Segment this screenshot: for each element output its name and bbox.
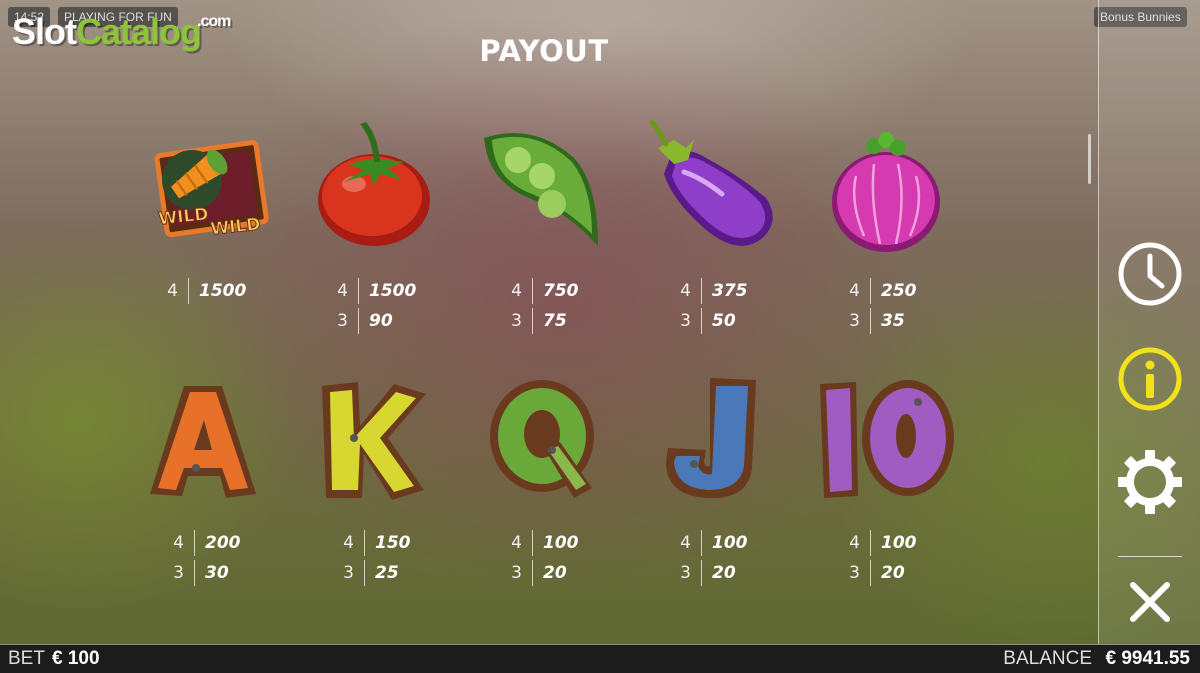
paytable-wild: 4 1500 [150,276,280,306]
pay-row: 3 20 [663,558,793,588]
pay-amount: 90 [369,311,393,331]
match-count: 4 [663,278,702,304]
wild-label-right: WILD [210,214,262,239]
match-count: 4 [494,530,533,556]
paytable-q: 4 100 3 20 [494,528,624,588]
match-count: 4 [326,530,365,556]
pay-amount: 20 [881,563,905,583]
gear-icon [1118,450,1182,514]
pay-amount: 25 [375,563,399,583]
bet-label: BET [8,648,45,669]
side-panel [1098,0,1200,644]
pay-row: 4 100 [494,528,624,558]
pay-row: 4 375 [663,276,793,306]
match-count: 4 [150,278,189,304]
paytable-a: 4 200 3 30 [156,528,286,588]
pay-row: 4 100 [832,528,962,558]
pay-row: 4 1500 [150,276,280,306]
paytable-10: 4 100 3 20 [832,528,962,588]
paytable-eggplant: 4 375 3 50 [663,276,793,336]
close-icon [1130,582,1170,622]
pay-amount: 750 [543,281,579,301]
letter-10-icon [816,372,956,512]
pay-amount: 50 [712,311,736,331]
pay-row: 3 25 [326,558,456,588]
letter-a-icon [132,372,272,512]
page-title: PAYOUT [479,34,609,68]
pay-amount: 1500 [199,281,247,301]
match-count: 3 [663,308,702,334]
balance-value: € 9941.55 [1105,648,1190,669]
onion-icon [816,124,956,264]
pay-row: 4 200 [156,528,286,558]
pay-row: 3 75 [494,306,624,336]
pay-row: 3 30 [156,558,286,588]
pay-row: 4 1500 [320,276,450,306]
pay-amount: 35 [881,311,905,331]
pay-row: 4 150 [326,528,456,558]
side-divider [1118,556,1182,557]
info-icon [1118,347,1182,411]
pay-row: 4 250 [832,276,962,306]
match-count: 3 [156,560,195,586]
balance-label: BALANCE [1003,648,1092,669]
settings-button[interactable] [1116,448,1184,516]
letter-j-icon [644,372,784,512]
pay-row: 3 20 [832,558,962,588]
pay-row: 3 50 [663,306,793,336]
pay-amount: 100 [712,533,748,553]
match-count: 3 [320,308,359,334]
match-count: 3 [494,308,533,334]
paytable-onion: 4 250 3 35 [832,276,962,336]
pay-row: 3 90 [320,306,450,336]
pay-row: 4 100 [663,528,793,558]
bottom-bar: BET € 100 BALANCE € 9941.55 [0,644,1200,673]
wild-carrot-icon: WILD WILD [132,122,272,262]
match-count: 4 [832,530,871,556]
pay-amount: 150 [375,533,411,553]
pay-amount: 30 [205,563,229,583]
pay-amount: 100 [543,533,579,553]
letter-q-icon [474,372,614,512]
match-count: 4 [494,278,533,304]
pea-pod-icon [474,118,614,258]
scrollbar-thumb[interactable] [1088,134,1091,184]
pay-amount: 20 [712,563,736,583]
pay-row: 3 35 [832,306,962,336]
match-count: 4 [156,530,195,556]
pay-amount: 200 [205,533,241,553]
match-count: 3 [326,560,365,586]
pay-amount: 20 [543,563,567,583]
paytable-j: 4 100 3 20 [663,528,793,588]
close-button[interactable] [1116,568,1184,636]
clock-icon [1118,242,1182,306]
paytable-tomato: 4 1500 3 90 [320,276,450,336]
match-count: 4 [320,278,359,304]
pay-amount: 1500 [369,281,417,301]
info-button[interactable] [1116,345,1184,413]
history-button[interactable] [1116,240,1184,308]
bet-value[interactable]: € 100 [52,645,100,673]
tomato-icon [304,118,444,258]
letter-k-icon [302,372,442,512]
match-count: 3 [832,560,871,586]
paytable-peas: 4 750 3 75 [494,276,624,336]
pay-row: 3 20 [494,558,624,588]
pay-amount: 75 [543,311,567,331]
eggplant-icon [644,118,784,258]
pay-amount: 100 [881,533,917,553]
match-count: 3 [832,308,871,334]
pay-amount: 375 [712,281,748,301]
match-count: 3 [663,560,702,586]
paytable-k: 4 150 3 25 [326,528,456,588]
match-count: 3 [494,560,533,586]
pay-row: 4 750 [494,276,624,306]
match-count: 4 [663,530,702,556]
pay-amount: 250 [881,281,917,301]
match-count: 4 [832,278,871,304]
